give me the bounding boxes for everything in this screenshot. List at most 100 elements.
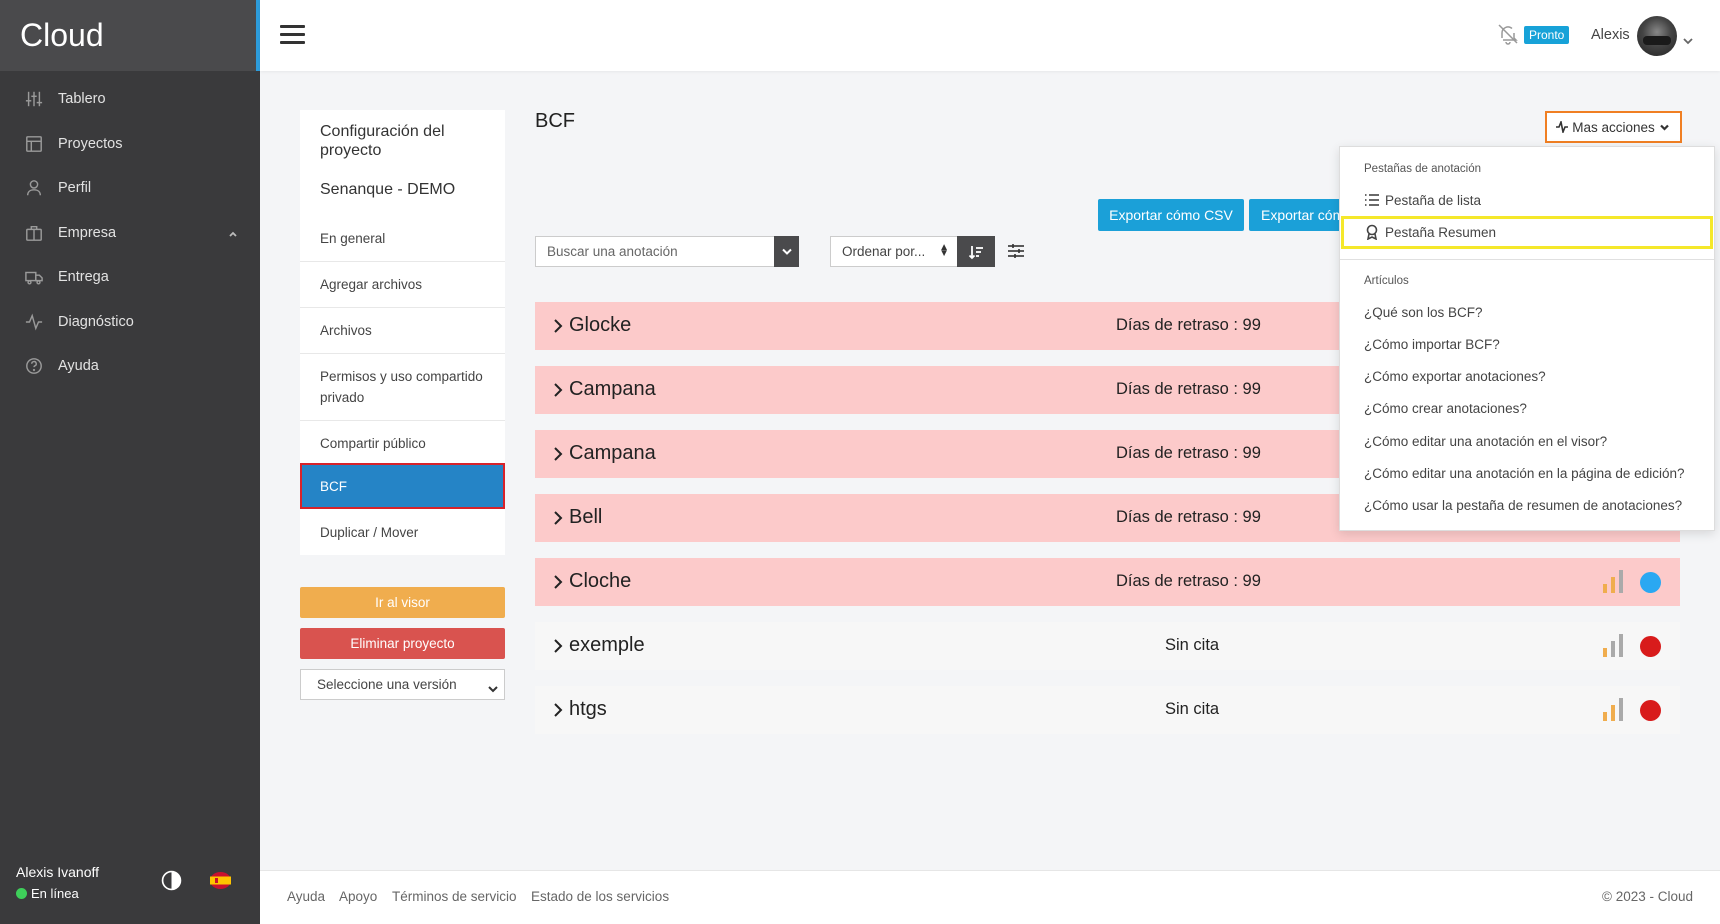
export-csv-button[interactable]: Exportar cómo CSV	[1098, 199, 1244, 231]
brand-logo[interactable]: Cloud	[0, 0, 260, 71]
footer-link-ayuda[interactable]: Ayuda	[287, 889, 325, 904]
award-icon	[1366, 224, 1378, 240]
chevron-right-icon[interactable]	[553, 319, 563, 333]
briefcase-icon	[24, 223, 44, 243]
chevron-up-icon[interactable]	[228, 227, 238, 243]
article-link[interactable]: ¿Cómo crear anotaciones?	[1364, 401, 1527, 416]
menu-item-general[interactable]: En general	[300, 216, 505, 262]
article-link[interactable]: ¿Cómo exportar anotaciones?	[1364, 369, 1546, 384]
search-dropdown-button[interactable]	[774, 236, 799, 267]
footer-link-terms[interactable]: Términos de servicio	[392, 889, 517, 904]
priority-bars-icon	[1603, 634, 1623, 657]
menu-item-bcf[interactable]: BCF	[300, 463, 505, 509]
sidebar-item-perfil[interactable]: Perfil	[0, 166, 260, 211]
dropdown-section-articles: Artículos	[1364, 275, 1409, 287]
grid-icon	[24, 134, 44, 154]
search-input[interactable]: Buscar una anotación	[535, 236, 799, 267]
article-link[interactable]: ¿Cómo editar una anotación en la página …	[1364, 466, 1684, 481]
chevron-right-icon[interactable]	[553, 511, 563, 525]
contrast-toggle-icon[interactable]	[161, 870, 182, 891]
menu-item-files[interactable]: Archivos	[300, 308, 505, 354]
sidebar-item-proyectos[interactable]: Proyectos	[0, 122, 260, 167]
online-dot-icon	[16, 888, 27, 899]
chevron-right-icon[interactable]	[553, 703, 563, 717]
chevron-down-icon[interactable]	[1683, 32, 1693, 50]
top-header: Pronto Alexis	[260, 0, 1720, 71]
article-link[interactable]: ¿Cómo importar BCF?	[1364, 337, 1500, 352]
order-by-select[interactable]: Ordenar por... ▲ ▼	[830, 236, 958, 267]
footer-link-apoyo[interactable]: Apoyo	[339, 889, 377, 904]
delete-project-button[interactable]: Eliminar proyecto	[300, 628, 505, 659]
status-label: En línea	[31, 886, 79, 901]
sidebar-item-diagnostico[interactable]: Diagnóstico	[0, 300, 260, 345]
menu-toggle-icon[interactable]	[280, 25, 305, 45]
annotation-no-date: Sin cita	[1165, 636, 1220, 654]
chevron-right-icon[interactable]	[553, 639, 563, 653]
sidebar-item-label: Entrega	[58, 269, 109, 286]
spain-flag-icon[interactable]	[210, 872, 231, 889]
sidebar-item-ayuda[interactable]: Ayuda	[0, 344, 260, 389]
annotation-row[interactable]: Cloche Días de retraso : 99	[535, 558, 1680, 606]
menu-item-list-tab[interactable]: Pestaña de lista	[1364, 192, 1481, 208]
sidebar-item-label: Empresa	[58, 224, 117, 241]
pronto-badge: Pronto	[1524, 26, 1570, 44]
annotation-name: Glocke	[569, 314, 632, 336]
dropdown-section-tabs: Pestañas de anotación	[1364, 163, 1482, 175]
sidebar-item-tablero[interactable]: Tablero	[0, 77, 260, 122]
menu-item-public-share[interactable]: Compartir público	[300, 421, 505, 467]
menu-item-summary-tab[interactable]: Pestaña Resumen	[1364, 224, 1496, 240]
user-icon	[24, 178, 44, 198]
footer: Ayuda Apoyo Términos de servicio Estado …	[260, 870, 1720, 924]
sort-arrows-icon: ▲ ▼	[939, 242, 949, 259]
article-link[interactable]: ¿Qué son los BCF?	[1364, 305, 1483, 320]
sliders-icon	[24, 89, 44, 109]
priority-bars-icon	[1603, 698, 1623, 721]
page-title: BCF	[535, 110, 575, 132]
annotation-delay: Días de retraso : 99	[1116, 572, 1261, 590]
menu-item-permissions[interactable]: Permisos y uso compartido privado	[300, 354, 505, 421]
project-settings-menu: Configuración del proyecto Senanque - DE…	[300, 110, 505, 555]
annotation-no-date: Sin cita	[1165, 700, 1220, 718]
bell-off-icon[interactable]	[1497, 23, 1519, 45]
avatar[interactable]	[1637, 16, 1677, 56]
footer-link-status[interactable]: Estado de los servicios	[531, 889, 669, 904]
activity-icon	[1556, 121, 1569, 133]
truck-icon	[24, 267, 44, 287]
article-link[interactable]: ¿Cómo editar una anotación en el visor?	[1364, 434, 1607, 449]
sidebar-footer: Alexis Ivanoff En línea	[0, 844, 260, 924]
status-dot	[1640, 700, 1661, 721]
activity-icon	[24, 312, 44, 332]
sort-direction-button[interactable]	[957, 236, 995, 267]
sidebar: Cloud Tablero Proyectos Perfil Empresa E…	[0, 0, 260, 924]
status-dot	[1640, 572, 1661, 593]
header-user-name[interactable]: Alexis	[1591, 27, 1630, 43]
filter-settings-icon[interactable]	[1007, 242, 1025, 260]
annotation-row[interactable]: htgs Sin cita	[535, 686, 1680, 734]
chevron-down-icon	[1659, 124, 1669, 131]
chevron-right-icon[interactable]	[553, 383, 563, 397]
version-select-value: Seleccione una versión	[317, 677, 457, 692]
sidebar-item-entrega[interactable]: Entrega	[0, 255, 260, 300]
chevron-right-icon[interactable]	[553, 575, 563, 589]
more-actions-button[interactable]: Mas acciones	[1545, 111, 1682, 143]
sidebar-nav: Tablero Proyectos Perfil Empresa Entrega…	[0, 77, 260, 389]
online-status: En línea	[16, 886, 79, 901]
list-icon	[1365, 194, 1379, 206]
version-select[interactable]: Seleccione una versión	[300, 669, 505, 700]
annotation-row[interactable]: exemple Sin cita	[535, 622, 1680, 670]
chevron-down-icon	[488, 681, 498, 696]
sort-desc-icon	[968, 245, 983, 259]
menu-item-add-files[interactable]: Agregar archivos	[300, 262, 505, 308]
sidebar-item-empresa[interactable]: Empresa	[0, 211, 260, 256]
annotation-name: Campana	[569, 442, 656, 464]
annotation-name: exemple	[569, 634, 645, 656]
annotation-name: Bell	[569, 506, 603, 528]
annotation-delay: Días de retraso : 99	[1116, 508, 1261, 526]
chevron-right-icon[interactable]	[553, 447, 563, 461]
menu-item-duplicate[interactable]: Duplicar / Mover	[300, 509, 505, 555]
chevron-down-icon	[781, 248, 792, 255]
order-by-value: Ordenar por...	[842, 244, 926, 259]
article-link[interactable]: ¿Cómo usar la pestaña de resumen de anot…	[1364, 498, 1682, 513]
priority-bars-icon	[1603, 570, 1623, 593]
go-to-viewer-button[interactable]: Ir al visor	[300, 587, 505, 618]
